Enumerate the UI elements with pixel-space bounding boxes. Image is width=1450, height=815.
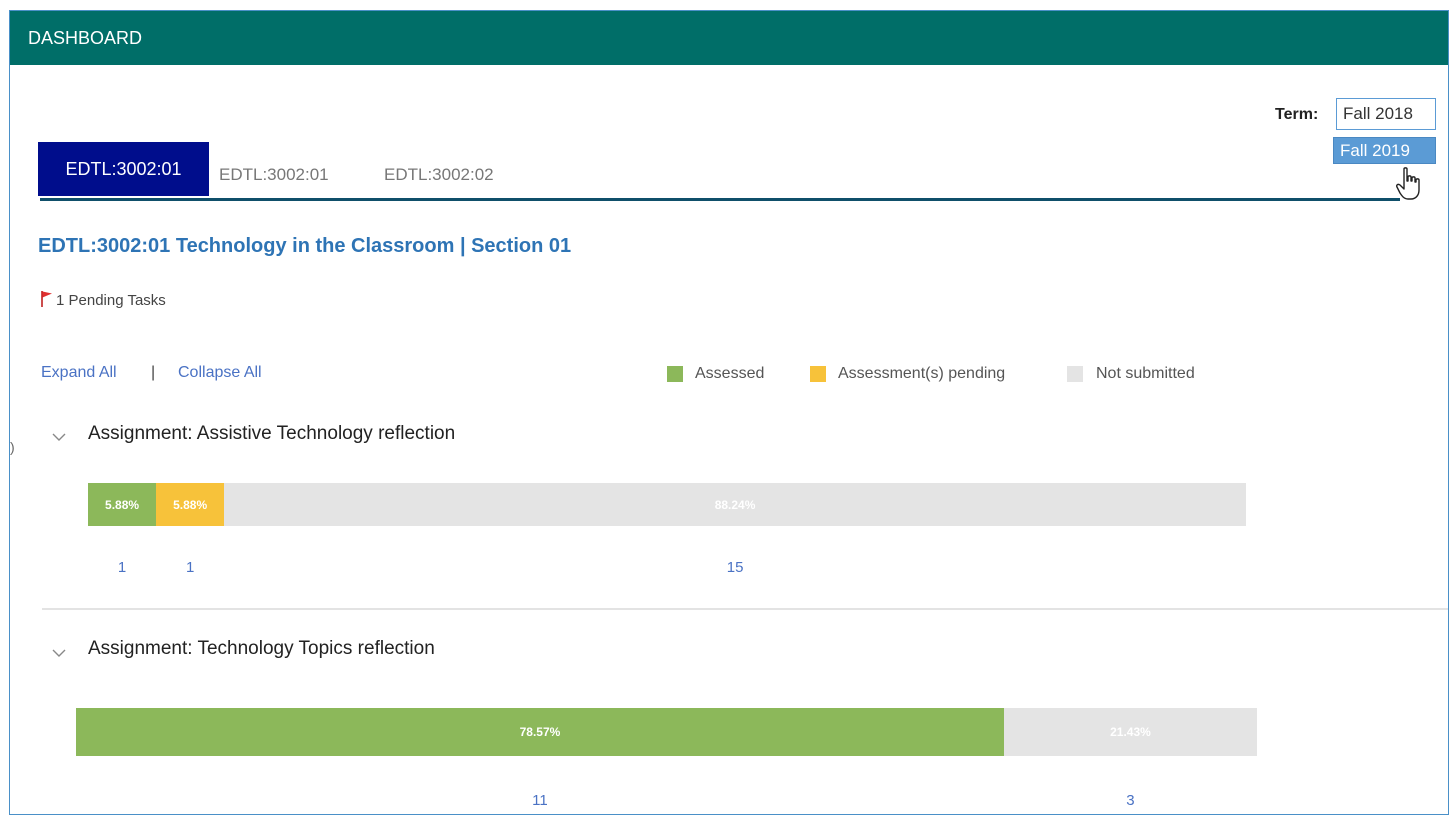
pending-tasks: 1 Pending Tasks xyxy=(56,292,166,309)
assignment-progress-bar: 78.57% 21.43% xyxy=(76,708,1257,756)
legend-swatch-assessed xyxy=(667,366,683,382)
legend-label-assessed: Assessed xyxy=(695,365,765,382)
legend-swatch-not-submitted xyxy=(1067,366,1083,382)
tab-edtl-3002-02[interactable]: EDTL:3002:02 xyxy=(384,165,494,185)
tab-edtl-3002-01[interactable]: EDTL:3002:01 xyxy=(219,165,329,185)
legend-swatch-pending xyxy=(810,366,826,382)
collapse-all-link[interactable]: Collapse All xyxy=(178,364,262,382)
segment-count-link[interactable]: 1 xyxy=(118,559,126,576)
bar-segment-not-submitted: 21.43% xyxy=(1003,708,1257,756)
course-title: EDTL:3002:01 Technology in the Classroom… xyxy=(38,235,572,257)
segment-count-link[interactable]: 15 xyxy=(727,559,744,576)
link-separator: | xyxy=(151,364,156,381)
chevron-down-icon[interactable] xyxy=(52,648,66,658)
hand-pointer-icon xyxy=(1396,167,1420,200)
assignment-progress-bar: 5.88% 5.88% 88.24% xyxy=(88,483,1246,526)
assignment-divider xyxy=(42,608,1448,610)
dashboard-header: DASHBOARD xyxy=(10,11,1448,65)
header-title: DASHBOARD xyxy=(28,27,143,48)
term-label: Term: xyxy=(1275,106,1319,123)
dashboard-window: DASHBOARD Term: Fall 2018 Fall 2019 EDTL… xyxy=(9,10,1449,815)
bar-segment-assessed: 5.88% xyxy=(88,483,157,526)
segment-count-link[interactable]: 11 xyxy=(532,792,548,809)
term-option-fall-2019[interactable]: Fall 2019 xyxy=(1333,137,1436,164)
assignment-title[interactable]: Assignment: Technology Topics reflection xyxy=(88,638,435,660)
segment-count-link[interactable]: 1 xyxy=(186,559,194,576)
assignment-title[interactable]: Assignment: Assistive Technology reflect… xyxy=(88,423,455,445)
tab-edtl-3002-01-active[interactable]: EDTL:3002:01 xyxy=(38,142,209,196)
chevron-down-icon[interactable] xyxy=(52,432,66,442)
term-select[interactable]: Fall 2018 xyxy=(1336,98,1436,130)
legend-label-not-submitted: Not submitted xyxy=(1096,365,1195,382)
segment-count-link[interactable]: 3 xyxy=(1126,792,1134,809)
expand-all-link[interactable]: Expand All xyxy=(41,364,117,382)
left-edge-mark: ) xyxy=(10,439,15,455)
tab-underline xyxy=(40,198,1400,201)
legend-label-pending: Assessment(s) pending xyxy=(838,365,1006,382)
bar-segment-assessed: 78.57% xyxy=(76,708,1004,756)
bar-segment-pending: 5.88% xyxy=(156,483,225,526)
bar-segment-not-submitted: 88.24% xyxy=(224,483,1246,526)
flag-icon xyxy=(41,291,52,307)
